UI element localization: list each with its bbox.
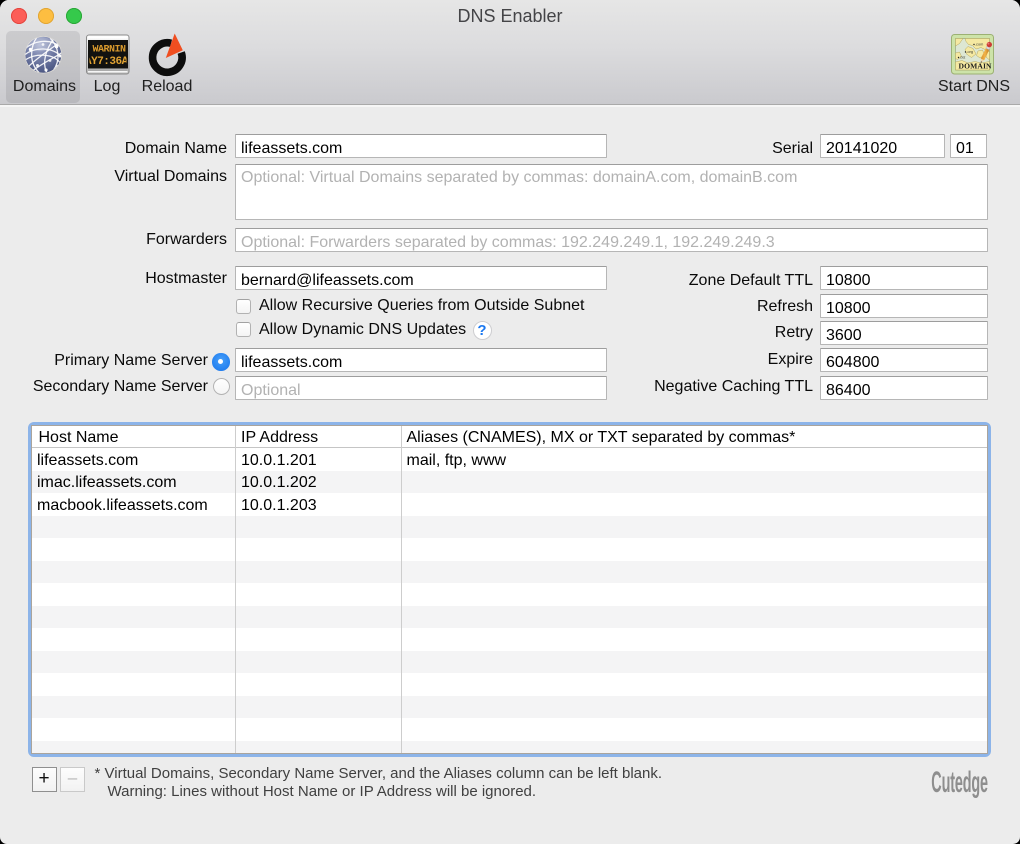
svg-text:DOMAIN: DOMAIN — [959, 61, 992, 70]
svg-text:WARNIN: WARNIN — [93, 45, 127, 56]
svg-text:.org: .org — [967, 50, 974, 54]
svg-text:.biz: .biz — [960, 56, 966, 60]
svg-text:.com: .com — [975, 43, 983, 47]
svg-text:AY7:36A: AY7:36A — [85, 56, 129, 68]
